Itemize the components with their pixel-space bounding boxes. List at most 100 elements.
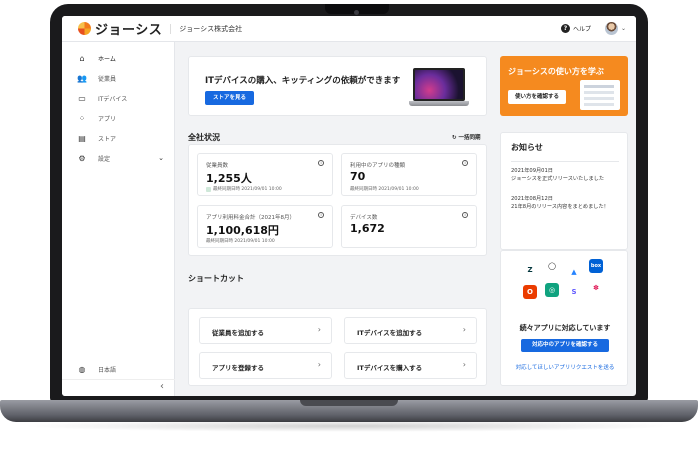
stat-card-app-cost: アプリ利用料金合計（2021年8月） i 1,100,618円 最終同期日時 2… xyxy=(197,205,333,248)
learn-usage-card: ジョーシスの使い方を学ぶ 使い方を確認する xyxy=(500,56,628,116)
info-icon[interactable]: i xyxy=(462,212,468,218)
shortcut-label: ITデバイスを購入する xyxy=(357,364,423,372)
logo[interactable]: ジョーシス xyxy=(78,19,162,38)
atlassian-logo-icon: ▲ xyxy=(571,268,577,276)
chevron-down-icon[interactable]: ⌄ xyxy=(621,25,626,32)
users-icon: 👥 xyxy=(77,73,87,83)
laptop-lip xyxy=(300,400,398,406)
sidebar: ⌂ ホーム 👥 従業員 ▭ ITデバイス ⁘ アプリ ▤ ストア ⚙ 設定 ⌄ … xyxy=(62,42,175,396)
logo-text: ジョーシス xyxy=(95,23,163,38)
sync-all-button[interactable]: ↻ 一括同期 xyxy=(452,133,481,141)
laptop-image-screen xyxy=(413,68,465,101)
sidebar-item-apps[interactable]: ⁘ アプリ xyxy=(62,108,174,128)
news-divider xyxy=(511,161,619,162)
info-icon[interactable]: i xyxy=(318,160,324,166)
news-item[interactable]: 2021年08月12日 21年8月のリリース内容をまとめました！ xyxy=(511,195,609,211)
chevron-right-icon: › xyxy=(462,360,466,369)
view-supported-apps-button[interactable]: 対応中のアプリを確認する xyxy=(521,339,609,352)
shortcuts-panel: 従業員を追加する › ITデバイスを追加する › アプリを登録する › ITデバ… xyxy=(188,308,487,386)
chevron-right-icon: › xyxy=(317,325,321,334)
box-logo-icon: box xyxy=(589,259,603,273)
laptop-frame: ジョーシス ジョーシス株式会社 ? ヘルプ ⌄ ⌂ ホーム 👥 従業員 ▭ IT… xyxy=(0,0,698,453)
zendesk-logo-icon: Z xyxy=(527,266,533,274)
news-text: ジョーシスを正式リリースいたしました xyxy=(511,176,605,182)
sidebar-item-it-devices[interactable]: ▭ ITデバイス xyxy=(62,88,174,108)
stat-card-devices: デバイス数 i 1,672 xyxy=(341,205,477,248)
news-text: 21年8月のリリース内容をまとめました！ xyxy=(511,204,609,210)
stat-note-text: 最終同期日時 2021/09/01 10:00 xyxy=(213,187,282,192)
view-store-button[interactable]: ストアを見る xyxy=(205,91,254,105)
status-panel: 従業員数 i 1,255人 最終同期日時 2021/09/01 10:00 利用… xyxy=(188,144,487,256)
stat-label: デバイス数 xyxy=(350,215,378,221)
laptop-image-base xyxy=(409,101,469,106)
language-label: 日本語 xyxy=(98,367,117,374)
stat-label: 利用中のアプリの種類 xyxy=(350,163,406,169)
apps-title: 続々アプリに対応しています xyxy=(519,324,611,332)
slack-logo-icon: ✽ xyxy=(593,284,599,292)
collapse-sidebar-icon[interactable]: ‹ xyxy=(160,381,164,392)
laptop-icon: ▭ xyxy=(78,93,86,103)
store-icon: ▤ xyxy=(78,133,86,143)
help-label: ヘルプ xyxy=(572,26,591,33)
stat-label: アプリ利用料金合計（2021年8月） xyxy=(206,215,295,221)
status-title: 全社状況 xyxy=(188,133,220,142)
stat-value: 1,255人 xyxy=(206,172,252,185)
sidebar-divider xyxy=(62,379,175,380)
laptop-image xyxy=(409,68,469,108)
sidebar-item-label: アプリ xyxy=(98,115,117,123)
add-it-device-shortcut[interactable]: ITデバイスを追加する › xyxy=(344,317,477,344)
chevron-down-icon: ⌄ xyxy=(158,154,164,162)
info-icon[interactable]: i xyxy=(318,212,324,218)
sidebar-item-label: ITデバイス xyxy=(98,95,128,103)
check-usage-button[interactable]: 使い方を確認する xyxy=(508,90,566,104)
stat-note: 最終同期日時 2021/09/01 10:00 xyxy=(206,239,275,244)
stat-label: 従業員数 xyxy=(206,163,229,169)
sync-badge-icon xyxy=(206,186,211,192)
shortcut-label: アプリを登録する xyxy=(212,364,264,372)
sidebar-item-home[interactable]: ⌂ ホーム xyxy=(62,48,174,68)
office-logo-icon: O xyxy=(523,285,537,299)
sidebar-item-label: 設定 xyxy=(98,155,111,163)
stat-value: 70 xyxy=(350,170,366,183)
news-item[interactable]: 2021年09月01日 ジョーシスを正式リリースいたしました xyxy=(511,167,604,183)
shortcuts-title: ショートカット xyxy=(188,274,244,283)
chevron-right-icon: › xyxy=(462,325,466,334)
github-logo-icon: ◯ xyxy=(548,262,556,270)
company-name: ジョーシス株式会社 xyxy=(170,23,242,34)
home-icon: ⌂ xyxy=(79,53,85,63)
news-date: 2021年08月12日 xyxy=(511,196,553,202)
add-employee-shortcut[interactable]: 従業員を追加する › xyxy=(199,317,332,344)
info-icon[interactable]: i xyxy=(462,160,468,166)
language-selector[interactable]: ◍ 日本語 xyxy=(76,365,117,374)
globe-icon: ◍ xyxy=(78,365,86,374)
logo-mark-icon xyxy=(78,22,91,35)
chevron-right-icon: › xyxy=(317,360,321,369)
document-illustration-icon xyxy=(580,80,620,110)
top-bar: ジョーシス ジョーシス株式会社 ? ヘルプ ⌄ xyxy=(62,16,636,42)
banner-title: ITデバイスの購入、キッティングの依頼ができます xyxy=(205,76,401,86)
sidebar-item-label: ストア xyxy=(98,135,117,143)
sidebar-item-settings[interactable]: ⚙ 設定 ⌄ xyxy=(62,148,174,168)
register-app-shortcut[interactable]: アプリを登録する › xyxy=(199,352,332,379)
news-date: 2021年09月01日 xyxy=(511,168,553,174)
openai-logo-icon: ◎ xyxy=(545,283,559,297)
laptop-shadow xyxy=(20,420,678,432)
topbar-actions: ? ヘルプ ⌄ xyxy=(560,22,626,35)
sidebar-item-employees[interactable]: 👥 従業員 xyxy=(62,68,174,88)
sidebar-item-store[interactable]: ▤ ストア xyxy=(62,128,174,148)
stat-card-apps: 利用中のアプリの種類 i 70 最終同期日時 2021/09/01 10:00 xyxy=(341,153,477,196)
stat-note: 最終同期日時 2021/09/01 10:00 xyxy=(206,186,282,192)
help-button[interactable]: ? ヘルプ xyxy=(560,24,591,33)
buy-it-device-shortcut[interactable]: ITデバイスを購入する › xyxy=(344,352,477,379)
request-app-link[interactable]: 対応してほしいアプリリクエストを送る xyxy=(501,363,629,371)
store-banner: ITデバイスの購入、キッティングの依頼ができます ストアを見る xyxy=(188,56,487,116)
stripe-logo-icon: S xyxy=(571,288,577,296)
grid-icon: ⁘ xyxy=(78,113,86,123)
stat-note: 最終同期日時 2021/09/01 10:00 xyxy=(350,187,419,192)
camera-icon xyxy=(354,10,359,15)
question-icon: ? xyxy=(560,24,570,33)
promo-title: ジョーシスの使い方を学ぶ xyxy=(508,67,604,76)
shortcut-label: ITデバイスを追加する xyxy=(357,329,423,337)
shortcut-label: 従業員を追加する xyxy=(212,329,264,337)
avatar[interactable] xyxy=(604,22,618,35)
